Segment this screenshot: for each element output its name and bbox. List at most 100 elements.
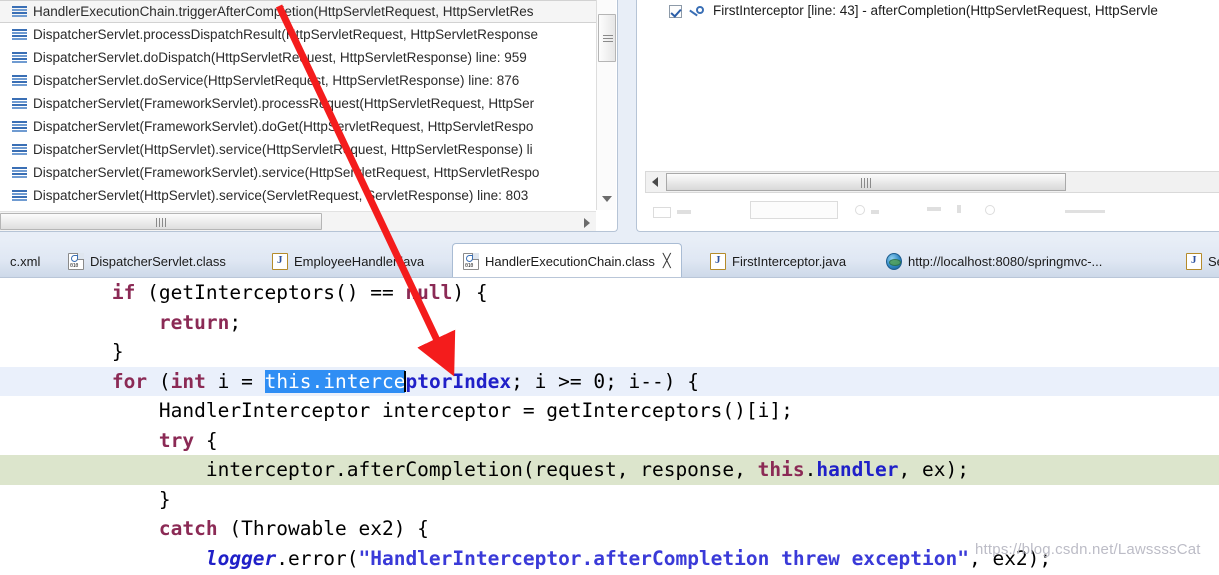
code-editor[interactable]: if (getInterceptors() == null) { return;… <box>0 278 1219 575</box>
stack-frame-label: DispatcherServlet.doService(HttpServletR… <box>33 73 520 88</box>
stack-frame-row[interactable]: DispatcherServlet(HttpServlet).service(H… <box>0 138 596 161</box>
java-file-icon <box>710 252 726 270</box>
clipped-label <box>957 205 961 213</box>
code-token: return <box>158 310 230 334</box>
code-token: logger <box>205 546 277 570</box>
stack-frame-row[interactable]: HandlerExecutionChain.triggerAfterComple… <box>0 0 596 23</box>
code-line[interactable]: } <box>0 337 1219 367</box>
editor-tab-label: EmployeeHandler.java <box>294 253 425 269</box>
clipped-toolbar-row <box>645 199 1219 223</box>
code-token: (getInterceptors() == <box>135 281 406 304</box>
breakpoints-list[interactable]: FirstInterceptor [line: 43] - afterCompl… <box>637 0 1219 22</box>
stack-frame-icon <box>12 51 27 64</box>
scroll-left-arrow-icon[interactable] <box>652 177 658 187</box>
scroll-grip-icon <box>156 218 166 227</box>
stack-frame-label: DispatcherServlet(HttpServlet).service(S… <box>33 188 529 203</box>
stack-frame-label: DispatcherServlet(FrameworkServlet).doGe… <box>33 119 534 134</box>
stack-frame-row[interactable]: DispatcherServlet(FrameworkServlet).serv… <box>0 161 596 184</box>
breakpoints-horizontal-scrollbar[interactable] <box>645 171 1219 193</box>
class-file-icon <box>68 252 84 270</box>
editor-tab[interactable]: DispatcherServlet.class <box>58 244 236 278</box>
code-line[interactable]: catch (Throwable ex2) { <box>0 514 1219 544</box>
stack-frame-label: DispatcherServlet(HttpServlet).service(H… <box>33 142 533 157</box>
stack-vertical-scrollbar[interactable] <box>596 0 616 210</box>
code-line[interactable]: interceptor.afterCompletion(request, res… <box>0 455 1219 485</box>
breakpoint-row[interactable]: FirstInterceptor [line: 43] - afterCompl… <box>637 0 1219 22</box>
breakpoint-checkbox[interactable] <box>669 4 682 18</box>
editor-tab[interactable]: Secon <box>1176 244 1219 278</box>
eclipse-debug-screenshot: HandlerExecutionChain.triggerAfterComple… <box>0 0 1219 575</box>
editor-tab-bar: c.xml DispatcherServlet.class EmployeeHand… <box>0 239 1219 278</box>
code-token: } <box>18 487 171 511</box>
scroll-right-arrow-icon[interactable] <box>584 218 590 228</box>
code-token: i = <box>205 369 265 393</box>
code-line[interactable]: return; <box>0 308 1219 338</box>
clipped-radio-icon <box>985 205 995 215</box>
code-token: { <box>194 428 218 452</box>
code-token: .error( <box>276 546 359 570</box>
stack-frame-label: DispatcherServlet.processDispatchResult(… <box>33 27 538 42</box>
debug-stack-list[interactable]: HandlerExecutionChain.triggerAfterComple… <box>0 0 596 210</box>
code-token: catch <box>158 517 218 540</box>
editor-tab[interactable]: FirstInterceptor.java <box>700 244 856 278</box>
stack-frame-icon <box>12 28 27 41</box>
code-line[interactable]: if (getInterceptors() == null) { <box>0 278 1219 308</box>
code-line[interactable]: } <box>0 485 1219 515</box>
editor-tab[interactable]: HandlerExecutionChain.class ╳ <box>452 243 682 278</box>
class-file-icon <box>463 252 479 270</box>
editor-tab-label: Secon <box>1208 253 1219 269</box>
clipped-radio-icon <box>855 205 865 215</box>
stack-frame-label: DispatcherServlet(FrameworkServlet).serv… <box>33 165 540 180</box>
clipped-label <box>927 207 941 211</box>
stack-hscroll-thumb[interactable] <box>0 213 322 230</box>
clipped-checkbox-icon <box>653 207 671 218</box>
top-panels-area: HandlerExecutionChain.triggerAfterComple… <box>0 0 1219 239</box>
scroll-grip-icon <box>861 178 871 188</box>
stack-frame-row[interactable]: DispatcherServlet.processDispatchResult(… <box>0 23 596 46</box>
code-token: for <box>111 369 148 393</box>
java-file-icon <box>1186 252 1202 270</box>
stack-frame-label: DispatcherServlet.doDispatch(HttpServlet… <box>33 50 527 65</box>
code-token: "HandlerInterceptor.afterCompletion thre… <box>358 546 969 570</box>
editor-tab[interactable]: c.xml <box>0 244 50 278</box>
java-file-icon <box>272 252 288 270</box>
stack-frame-row[interactable]: DispatcherServlet(FrameworkServlet).proc… <box>0 92 596 115</box>
breakpoint-marker-icon <box>689 5 705 18</box>
globe-icon <box>886 252 902 270</box>
clipped-label <box>677 210 691 214</box>
code-token: null <box>405 281 453 304</box>
breakpoints-hscroll-thumb[interactable] <box>666 173 1066 191</box>
stack-frame-row[interactable]: DispatcherServlet(FrameworkServlet).doGe… <box>0 115 596 138</box>
editor-tab-label: HandlerExecutionChain.class <box>485 253 655 269</box>
scroll-down-arrow-icon[interactable] <box>602 196 612 202</box>
code-line[interactable]: try { <box>0 426 1219 456</box>
editor-tab[interactable]: EmployeeHandler.java <box>262 244 434 278</box>
stack-horizontal-scrollbar[interactable] <box>0 211 596 231</box>
breakpoint-label: FirstInterceptor [line: 43] - afterCompl… <box>713 3 1158 18</box>
editor-tab[interactable]: http://localhost:8080/springmvc-... <box>876 244 1112 278</box>
editor-tab-label: DispatcherServlet.class <box>90 253 226 269</box>
stack-vscroll-thumb[interactable] <box>598 14 616 62</box>
code-token: ) { <box>452 281 488 304</box>
code-token: handler <box>816 458 899 481</box>
close-icon[interactable]: ╳ <box>663 253 671 269</box>
code-line[interactable]: HandlerInterceptor interceptor = getInte… <box>0 396 1219 426</box>
scroll-grip-icon <box>603 35 613 42</box>
stack-frame-row[interactable]: DispatcherServlet.doService(HttpServletR… <box>0 69 596 92</box>
code-token: if <box>111 281 136 304</box>
clipped-label <box>871 210 879 214</box>
code-content[interactable]: if (getInterceptors() == null) { return;… <box>0 278 1219 575</box>
stack-frame-icon <box>12 166 27 179</box>
stack-frame-label: HandlerExecutionChain.triggerAfterComple… <box>33 4 534 19</box>
code-token: , ex); <box>898 458 969 481</box>
stack-frame-row[interactable]: DispatcherServlet.doDispatch(HttpServlet… <box>0 46 596 69</box>
code-token: ; i--) { <box>605 369 699 393</box>
debug-stack-panel: HandlerExecutionChain.triggerAfterComple… <box>0 0 618 232</box>
stack-frame-row[interactable]: DispatcherServlet(HttpServlet).service(S… <box>0 184 596 207</box>
code-line[interactable]: for (int i = this.interceptorIndex; i >=… <box>0 366 1219 396</box>
selected-code-token: this.interce <box>264 369 406 393</box>
